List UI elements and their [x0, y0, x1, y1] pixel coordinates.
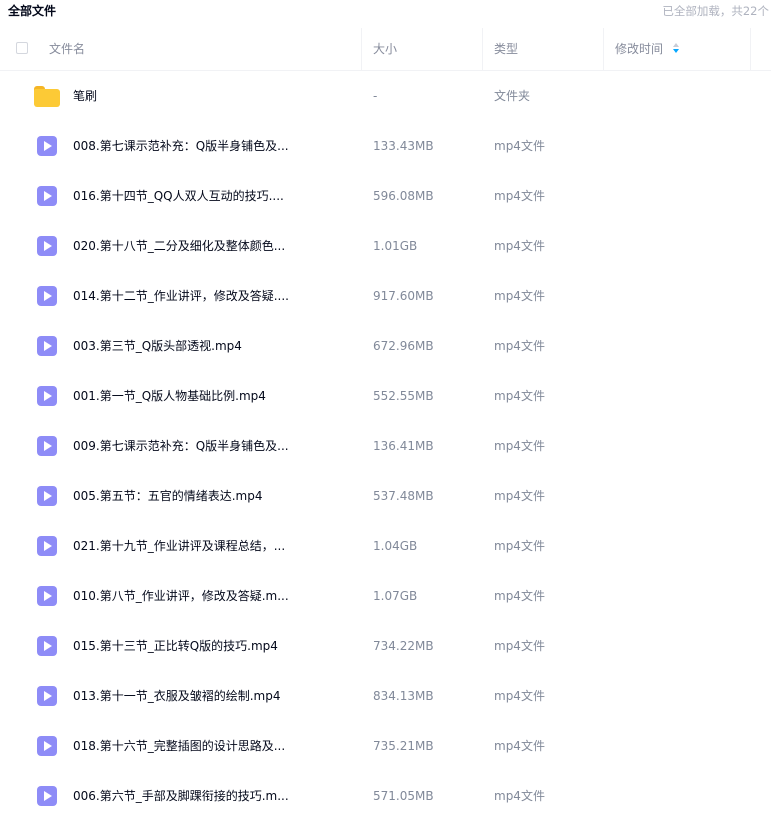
video-file-icon	[37, 536, 57, 556]
file-row[interactable]: 020.第十八节_二分及细化及整体颜色... 1.01GB mp4文件	[0, 221, 771, 271]
file-name[interactable]: 014.第十二节_作业讲评，修改及答疑....	[73, 271, 289, 321]
folder-icon	[34, 86, 60, 107]
sort-descending-icon[interactable]	[672, 42, 680, 55]
file-row[interactable]: 001.第一节_Q版人物基础比例.mp4 552.55MB mp4文件	[0, 371, 771, 421]
file-type: mp4文件	[494, 589, 545, 603]
file-row[interactable]: 010.第八节_作业讲评，修改及答疑.m... 1.07GB mp4文件	[0, 571, 771, 621]
table-header: 文件名 大小 类型 修改时间	[0, 28, 771, 71]
file-type: mp4文件	[494, 239, 545, 253]
file-size: 917.60MB	[373, 289, 434, 303]
file-size: 1.07GB	[373, 589, 418, 603]
file-size: 1.04GB	[373, 539, 418, 553]
video-file-icon	[37, 386, 57, 406]
column-header-modified[interactable]: 修改时间	[615, 28, 680, 70]
file-type: mp4文件	[494, 739, 545, 753]
file-row[interactable]: 003.第三节_Q版头部透视.mp4 672.96MB mp4文件	[0, 321, 771, 371]
video-file-icon	[37, 136, 57, 156]
select-all-checkbox[interactable]	[16, 42, 28, 54]
column-header-name[interactable]: 文件名	[49, 28, 85, 70]
file-size: 571.05MB	[373, 789, 434, 803]
file-type: mp4文件	[494, 339, 545, 353]
file-row[interactable]: 015.第十三节_正比转Q版的技巧.mp4 734.22MB mp4文件	[0, 621, 771, 671]
file-type: mp4文件	[494, 439, 545, 453]
file-name[interactable]: 008.第七课示范补充：Q版半身铺色及...	[73, 121, 289, 171]
file-row[interactable]: 014.第十二节_作业讲评，修改及答疑.... 917.60MB mp4文件	[0, 271, 771, 321]
file-size: 834.13MB	[373, 689, 434, 703]
file-type: mp4文件	[494, 789, 545, 803]
video-file-icon	[37, 636, 57, 656]
column-divider[interactable]	[361, 28, 362, 70]
file-row[interactable]: 016.第十四节_QQ人双人互动的技巧.... 596.08MB mp4文件	[0, 171, 771, 221]
file-name[interactable]: 015.第十三节_正比转Q版的技巧.mp4	[73, 621, 278, 671]
file-size: 136.41MB	[373, 439, 434, 453]
file-type: mp4文件	[494, 139, 545, 153]
file-size: 1.01GB	[373, 239, 418, 253]
file-name[interactable]: 笔刷	[73, 71, 97, 121]
file-row[interactable]: 021.第十九节_作业讲评及课程总结，... 1.04GB mp4文件	[0, 521, 771, 571]
file-row[interactable]: 005.第五节：五官的情绪表达.mp4 537.48MB mp4文件	[0, 471, 771, 521]
file-type: mp4文件	[494, 389, 545, 403]
file-name[interactable]: 021.第十九节_作业讲评及课程总结，...	[73, 521, 285, 571]
file-row[interactable]: 009.第七课示范补充：Q版半身铺色及... 136.41MB mp4文件	[0, 421, 771, 471]
file-size: 596.08MB	[373, 189, 434, 203]
file-row[interactable]: 018.第十六节_完整插图的设计思路及... 735.21MB mp4文件	[0, 721, 771, 771]
file-name[interactable]: 003.第三节_Q版头部透视.mp4	[73, 321, 242, 371]
column-header-modified-label: 修改时间	[615, 42, 664, 56]
file-type: mp4文件	[494, 539, 545, 553]
file-row[interactable]: 笔刷 - 文件夹	[0, 71, 771, 121]
file-type: 文件夹	[494, 89, 531, 103]
file-size: 537.48MB	[373, 489, 434, 503]
file-size: 735.21MB	[373, 739, 434, 753]
load-status-text: 已全部加载，共22个	[662, 4, 769, 18]
file-name[interactable]: 001.第一节_Q版人物基础比例.mp4	[73, 371, 266, 421]
column-header-size[interactable]: 大小	[373, 28, 397, 70]
file-size: 133.43MB	[373, 139, 434, 153]
column-divider[interactable]	[482, 28, 483, 70]
file-type: mp4文件	[494, 189, 545, 203]
video-file-icon	[37, 436, 57, 456]
file-row[interactable]: 006.第六节_手部及脚踝衔接的技巧.m... 571.05MB mp4文件	[0, 771, 771, 821]
file-size: 734.22MB	[373, 639, 434, 653]
video-file-icon	[37, 236, 57, 256]
video-file-icon	[37, 336, 57, 356]
file-type: mp4文件	[494, 639, 545, 653]
file-name[interactable]: 018.第十六节_完整插图的设计思路及...	[73, 721, 285, 771]
file-size: -	[373, 89, 378, 103]
file-name[interactable]: 006.第六节_手部及脚踝衔接的技巧.m...	[73, 771, 289, 821]
file-row[interactable]: 013.第十一节_衣服及皱褶的绘制.mp4 834.13MB mp4文件	[0, 671, 771, 721]
file-type: mp4文件	[494, 489, 545, 503]
file-name[interactable]: 005.第五节：五官的情绪表达.mp4	[73, 471, 262, 521]
video-file-icon	[37, 486, 57, 506]
file-size: 552.55MB	[373, 389, 434, 403]
page-title: 全部文件	[8, 4, 57, 18]
video-file-icon	[37, 736, 57, 756]
video-file-icon	[37, 286, 57, 306]
video-file-icon	[37, 786, 57, 806]
column-header-type[interactable]: 类型	[494, 28, 518, 70]
file-row[interactable]: 008.第七课示范补充：Q版半身铺色及... 133.43MB mp4文件	[0, 121, 771, 171]
column-divider[interactable]	[750, 28, 751, 70]
video-file-icon	[37, 686, 57, 706]
file-type: mp4文件	[494, 289, 545, 303]
file-name[interactable]: 010.第八节_作业讲评，修改及答疑.m...	[73, 571, 289, 621]
file-name[interactable]: 020.第十八节_二分及细化及整体颜色...	[73, 221, 285, 271]
video-file-icon	[37, 186, 57, 206]
file-name[interactable]: 016.第十四节_QQ人双人互动的技巧....	[73, 171, 284, 221]
file-list: 笔刷 - 文件夹 008.第七课示范补充：Q版半身铺色及... 133.43MB mp4文…	[0, 71, 771, 821]
file-type: mp4文件	[494, 689, 545, 703]
column-divider[interactable]	[603, 28, 604, 70]
video-file-icon	[37, 586, 57, 606]
file-name[interactable]: 009.第七课示范补充：Q版半身铺色及...	[73, 421, 289, 471]
top-bar: 全部文件 已全部加载，共22个	[0, 0, 771, 28]
file-size: 672.96MB	[373, 339, 434, 353]
file-name[interactable]: 013.第十一节_衣服及皱褶的绘制.mp4	[73, 671, 280, 721]
